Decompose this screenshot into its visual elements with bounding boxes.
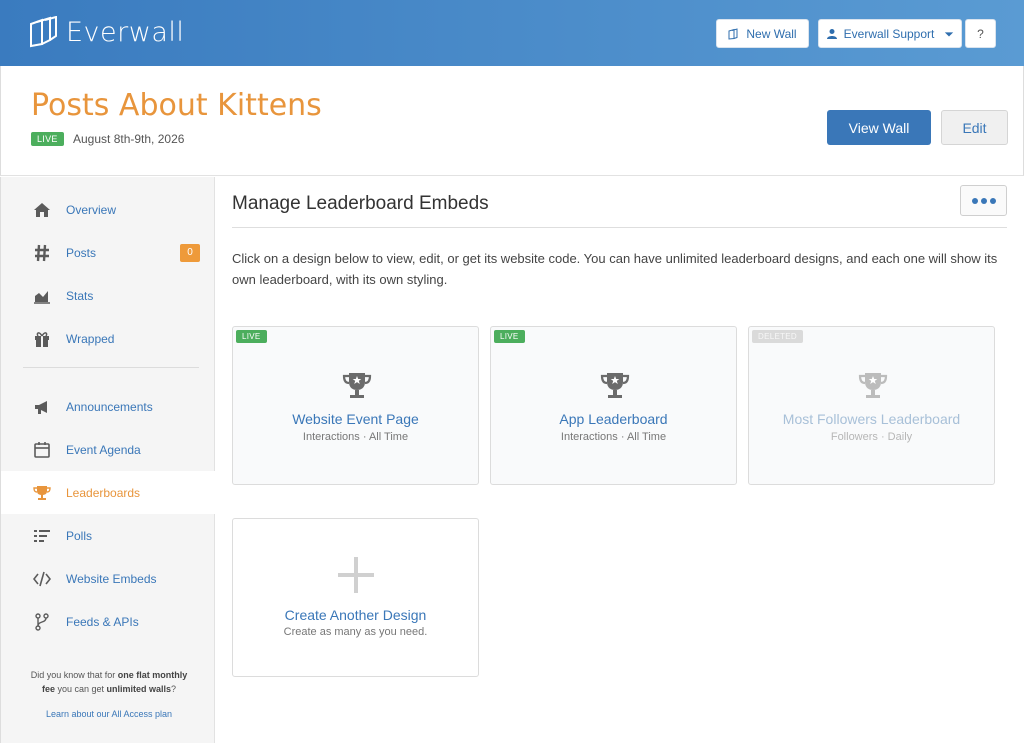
sidebar-item-label: Announcements: [66, 399, 153, 414]
gift-icon: [33, 330, 51, 348]
plus-icon: [338, 557, 374, 593]
sidebar-item-overview[interactable]: Overview: [1, 188, 215, 231]
view-wall-button[interactable]: View Wall: [827, 110, 931, 145]
sidebar-item-label: Stats: [66, 288, 94, 303]
new-wall-icon: [728, 27, 738, 40]
new-wall-label: New Wall: [746, 26, 797, 41]
leaderboard-card-most-followers[interactable]: DELETED Most Followers Leaderboard Follo…: [748, 326, 995, 485]
card-title: App Leaderboard: [559, 411, 668, 427]
everwall-logo[interactable]: Everwall: [28, 16, 184, 48]
promo-text: Did you know that for one flat monthly f…: [19, 668, 199, 696]
sidebar-item-label: Leaderboards: [66, 485, 141, 500]
megaphone-icon: [33, 398, 51, 416]
leaderboard-card-website-event-page[interactable]: LIVE Website Event Page Interactions · A…: [232, 326, 479, 485]
page-header: Posts About Kittens LIVE August 8th-9th,…: [0, 66, 1024, 176]
create-design-card[interactable]: Create Another Design Create as many as …: [232, 518, 479, 677]
sidebar-item-label: Overview: [66, 202, 117, 217]
sidebar-item-label: Feeds & APIs: [66, 614, 139, 629]
more-options-button[interactable]: [960, 185, 1007, 216]
support-dropdown-button[interactable]: Everwall Support: [818, 19, 962, 48]
sidebar-item-label: Posts: [66, 245, 97, 260]
section-title: Manage Leaderboard Embeds: [232, 193, 489, 214]
help-button[interactable]: ?: [965, 19, 996, 48]
hash-icon: [33, 244, 51, 262]
sidebar-item-event-agenda[interactable]: Event Agenda: [1, 428, 215, 471]
card-title: Create Another Design: [284, 607, 427, 623]
dot-icon: [980, 197, 987, 204]
promo-text-bold: one flat monthly: [117, 670, 188, 680]
section-divider: [232, 227, 1007, 228]
posts-count-badge: 0: [180, 243, 200, 262]
dot-icon: [989, 197, 996, 204]
live-tag: LIVE: [236, 330, 267, 343]
section-description: Click on a design below to view, edit, o…: [232, 251, 998, 287]
sidebar-item-feeds-apis[interactable]: Feeds & APIs: [1, 600, 215, 643]
brand-name: Everwall: [66, 16, 185, 48]
trophy-icon: [598, 369, 632, 403]
new-wall-button[interactable]: New Wall: [716, 19, 809, 48]
sidebar: Overview Posts 0 Stats Wrapped Announcem…: [0, 177, 215, 743]
promo-text-bold: unlimited walls: [106, 684, 172, 694]
sidebar-item-announcements[interactable]: Announcements: [1, 385, 215, 428]
sidebar-item-label: Website Embeds: [66, 571, 157, 586]
trophy-icon: [340, 369, 374, 403]
dot-icon: [971, 197, 978, 204]
trophy-icon: [856, 369, 890, 403]
status-badge: LIVE: [31, 132, 64, 146]
card-subtitle: Followers · Daily: [830, 431, 913, 443]
card-title: Website Event Page: [292, 411, 419, 427]
sidebar-item-stats[interactable]: Stats: [1, 274, 215, 317]
card-subtitle: Interactions · All Time: [560, 431, 667, 443]
sidebar-item-wrapped[interactable]: Wrapped: [1, 317, 215, 360]
everwall-logo-icon: [30, 16, 57, 48]
all-access-link[interactable]: Learn about our All Access plan: [19, 709, 199, 719]
sidebar-item-polls[interactable]: Polls: [1, 514, 215, 557]
page-title: Posts About Kittens: [31, 88, 322, 123]
sidebar-divider: [23, 367, 199, 368]
event-date: August 8th-9th, 2026: [73, 132, 185, 146]
promo-text-part: ?: [171, 684, 177, 694]
deleted-tag: DELETED: [752, 330, 803, 343]
sidebar-item-label: Polls: [66, 528, 93, 543]
chart-icon: [33, 287, 51, 305]
list-icon: [33, 527, 51, 545]
card-subtitle: Create as many as you need.: [283, 626, 428, 638]
sidebar-item-label: Event Agenda: [66, 442, 141, 457]
sidebar-item-label: Wrapped: [66, 331, 115, 346]
card-title: Most Followers Leaderboard: [782, 411, 961, 427]
code-icon: [33, 570, 51, 588]
sidebar-item-leaderboards[interactable]: Leaderboards: [1, 471, 215, 514]
edit-button[interactable]: Edit: [941, 110, 1008, 145]
caret-down-icon: [945, 31, 954, 36]
leaderboard-card-app-leaderboard[interactable]: LIVE App Leaderboard Interactions · All …: [490, 326, 737, 485]
trophy-icon: [33, 484, 51, 502]
sidebar-item-website-embeds[interactable]: Website Embeds: [1, 557, 215, 600]
top-bar: Everwall New Wall Everwall Support ?: [0, 0, 1024, 66]
promo-text-bold: fee: [41, 684, 55, 694]
promo-text-part: Did you know that for: [30, 670, 118, 680]
home-icon: [33, 201, 51, 219]
live-tag: LIVE: [494, 330, 525, 343]
promo-text-part: you can get: [54, 684, 107, 694]
sidebar-item-posts[interactable]: Posts 0: [1, 231, 215, 274]
calendar-icon: [33, 441, 51, 459]
fork-icon: [33, 612, 51, 631]
card-subtitle: Interactions · All Time: [302, 431, 409, 443]
support-label: Everwall Support: [843, 26, 935, 41]
user-icon: [826, 28, 837, 39]
